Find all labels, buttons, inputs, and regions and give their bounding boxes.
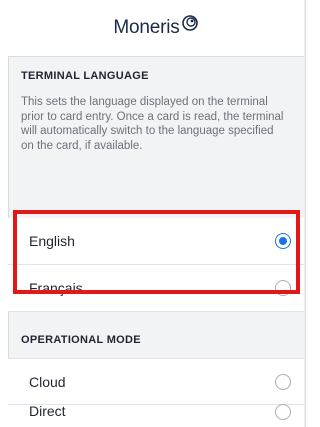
option-label: Direct — [29, 403, 66, 419]
option-label: English — [29, 233, 75, 249]
radio-selected-icon[interactable] — [275, 233, 291, 249]
mode-option-direct[interactable]: Direct — [8, 403, 304, 427]
radio-unselected-icon[interactable] — [275, 373, 291, 390]
mode-option-cloud[interactable]: Cloud — [8, 358, 304, 405]
radio-unselected-icon[interactable] — [275, 280, 291, 296]
radio-unselected-icon[interactable] — [275, 404, 291, 420]
moneris-swirl-icon — [181, 15, 198, 31]
option-label: Français — [29, 280, 83, 296]
option-label: Cloud — [29, 373, 66, 390]
terminal-language-heading: TERMINAL LANGUAGE — [21, 70, 149, 82]
terminal-language-description: This sets the language displayed on the … — [21, 96, 284, 152]
language-option-francais[interactable]: Français — [8, 265, 304, 312]
operational-mode-heading: OPERATIONAL MODE — [21, 334, 141, 346]
language-option-english[interactable]: English — [8, 218, 304, 265]
app-header: Moneris — [8, 0, 304, 57]
moneris-logo: Moneris — [113, 15, 198, 39]
logo-text: Moneris — [113, 17, 180, 38]
